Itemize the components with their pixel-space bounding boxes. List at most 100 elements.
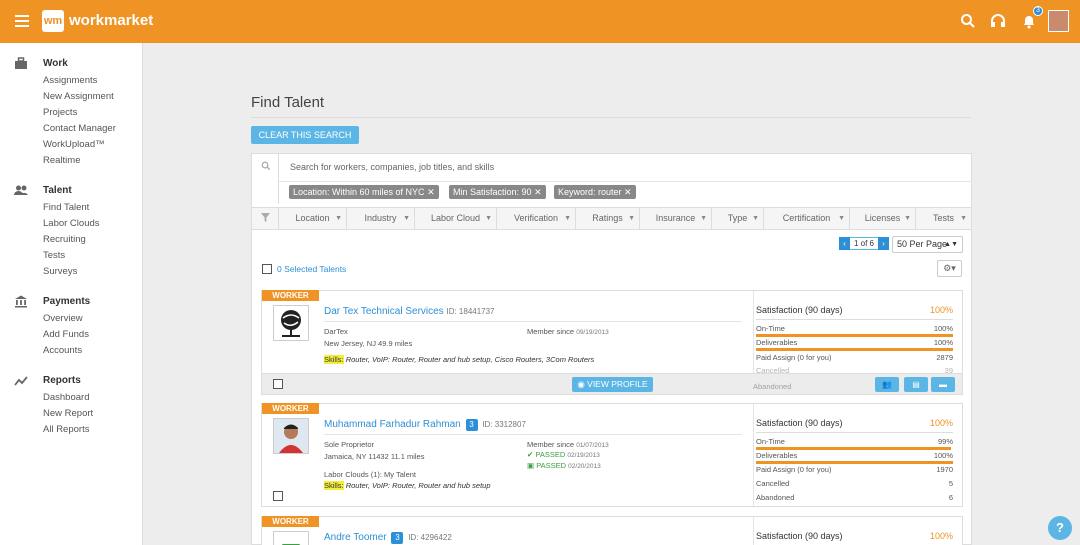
search-icon[interactable] xyxy=(960,13,976,29)
menu-icon[interactable] xyxy=(15,15,29,27)
skills-text: Router, VoIP: Router, Router and hub set… xyxy=(345,355,595,364)
filter-label: Verification xyxy=(513,213,559,223)
logo-text[interactable]: workmarket xyxy=(69,12,153,29)
sidebar-item-tests[interactable]: Tests xyxy=(0,248,143,264)
chevron-down-icon: ▼ xyxy=(335,215,342,222)
close-icon[interactable]: ✕ xyxy=(534,187,542,197)
sidebar-item-workupload[interactable]: WorkUpload™ xyxy=(0,137,143,153)
talent-name[interactable]: Dar Tex Technical Services xyxy=(324,306,444,317)
headset-icon[interactable] xyxy=(990,13,1006,29)
chevron-down-icon: ▼ xyxy=(403,215,410,222)
nav-head-reports[interactable]: Reports xyxy=(0,372,143,390)
talent-checkbox[interactable] xyxy=(273,491,283,501)
stat-deliverables: Deliverables 100% xyxy=(756,451,953,464)
add-note-button[interactable]: ▤ xyxy=(904,377,928,392)
worker-tag: WORKER xyxy=(262,290,319,301)
filter-tests[interactable]: Tests ▼ xyxy=(916,208,971,229)
message-button[interactable]: ▬ xyxy=(931,377,955,392)
filter-funnel[interactable] xyxy=(252,208,279,229)
select-all-checkbox[interactable] xyxy=(262,264,272,274)
sidebar-item-assignments[interactable]: Assignments xyxy=(0,73,143,89)
talent-name-link[interactable]: Andre Toomer 3 ID: 4296422 xyxy=(324,532,452,544)
stat-value: 100% xyxy=(933,338,953,347)
search-input[interactable]: Search for workers, companies, job title… xyxy=(290,162,494,172)
sidebar-item-contact-manager[interactable]: Contact Manager xyxy=(0,121,143,137)
location: Jamaica, NY 11432 11.1 miles xyxy=(324,452,425,461)
logo-mark[interactable]: wm xyxy=(42,10,64,32)
talent-name[interactable]: Andre Toomer xyxy=(324,532,387,543)
prev-page-button[interactable]: ‹ xyxy=(839,237,850,250)
close-icon[interactable]: ✕ xyxy=(624,187,632,197)
sidebar-item-new-report[interactable]: New Report xyxy=(0,406,143,422)
sidebar-item-all-reports[interactable]: All Reports xyxy=(0,422,143,438)
per-page-select[interactable]: 50 Per Page ▲▼ xyxy=(892,236,963,253)
satisfaction-panel: Satisfaction (90 days) 100% On-Time 99% D… xyxy=(753,404,963,506)
user-avatar[interactable] xyxy=(1048,10,1069,32)
filter-certification[interactable]: Certification ▼ xyxy=(764,208,850,229)
nav-head-label: Reports xyxy=(43,375,81,386)
bell-icon[interactable] xyxy=(1021,13,1037,29)
passed-label: PASSED xyxy=(535,450,566,459)
sidebar-item-surveys[interactable]: Surveys xyxy=(0,264,143,280)
sidebar-item-new-assignment[interactable]: New Assignment xyxy=(0,89,143,105)
filter-labor-cloud[interactable]: Labor Cloud ▼ xyxy=(415,208,497,229)
sidebar-item-projects[interactable]: Projects xyxy=(0,105,143,121)
nav-section-work: Work Assignments New Assignment Projects… xyxy=(0,55,143,169)
stat-value: 100% xyxy=(933,324,953,333)
filter-chip-satisfaction[interactable]: Min Satisfaction: 90 ✕ xyxy=(449,185,546,199)
divider xyxy=(756,432,953,433)
help-chat-button[interactable]: ? xyxy=(1048,516,1072,540)
sidebar-item-recruiting[interactable]: Recruiting xyxy=(0,232,143,248)
top-bar: wm workmarket 3 xyxy=(0,0,1080,43)
talent-photo[interactable] xyxy=(273,418,309,454)
filter-type[interactable]: Type ▼ xyxy=(712,208,764,229)
clear-search-button[interactable]: CLEAR THIS SEARCH xyxy=(251,126,359,144)
stat-label: On-Time xyxy=(756,437,785,446)
card-hover-bar: Abandoned ◉ VIEW PROFILE 👥 ▤ ▬ xyxy=(262,373,962,394)
filter-location[interactable]: Location ▼ xyxy=(279,208,347,229)
sidebar-item-dashboard[interactable]: Dashboard xyxy=(0,390,143,406)
sidebar-item-add-funds[interactable]: Add Funds xyxy=(0,327,143,343)
skills-label: Skills: xyxy=(324,355,344,364)
talent-name-link[interactable]: Dar Tex Technical Services ID: 18441737 xyxy=(324,306,495,317)
sidebar: Work Assignments New Assignment Projects… xyxy=(0,43,143,545)
filter-licenses[interactable]: Licenses ▼ xyxy=(850,208,916,229)
nav-head-talent[interactable]: Talent xyxy=(0,182,143,200)
test-passed: ✔ PASSED 02/19/2013 xyxy=(527,450,600,459)
pagination: ‹ 1 of 6 › xyxy=(839,237,889,250)
stat-cancelled: Cancelled 5 xyxy=(756,479,953,489)
sidebar-item-labor-clouds[interactable]: Labor Clouds xyxy=(0,216,143,232)
company-logo[interactable] xyxy=(273,305,309,341)
close-icon[interactable]: ✕ xyxy=(427,187,435,197)
filter-industry[interactable]: Industry ▼ xyxy=(347,208,415,229)
filter-chip-location[interactable]: Location: Within 60 miles of NYC ✕ xyxy=(289,185,439,199)
filter-verification[interactable]: Verification ▼ xyxy=(497,208,576,229)
satisfaction-label: Satisfaction (90 days) xyxy=(756,531,843,541)
talent-checkbox[interactable] xyxy=(273,379,283,389)
selected-talents-link[interactable]: 0 Selected Talents xyxy=(277,264,346,274)
sidebar-item-accounts[interactable]: Accounts xyxy=(0,343,143,359)
filter-insurance[interactable]: Insurance ▼ xyxy=(640,208,712,229)
nav-head-work[interactable]: Work xyxy=(0,55,143,73)
add-to-group-button[interactable]: 👥 xyxy=(875,377,899,392)
nav-head-payments[interactable]: Payments xyxy=(0,293,143,311)
filter-chip-keyword[interactable]: Keyword: router ✕ xyxy=(554,185,636,199)
sidebar-item-find-talent[interactable]: Find Talent xyxy=(0,200,143,216)
settings-button[interactable]: ⚙▾ xyxy=(937,260,962,277)
talent-name[interactable]: Muhammad Farhadur Rahman xyxy=(324,419,461,430)
passed-date: 02/20/2013 xyxy=(568,463,601,470)
person-photo xyxy=(282,544,300,545)
view-profile-button[interactable]: ◉ VIEW PROFILE xyxy=(572,377,653,392)
stat-paid-assign: Paid Assign (0 for you) 2879 xyxy=(756,353,953,363)
chip-label: Min Satisfaction: 90 xyxy=(453,187,532,197)
funnel-icon xyxy=(260,213,270,222)
stat-label: On-Time xyxy=(756,324,785,333)
satisfaction-panel: Satisfaction (90 days) 100% xyxy=(753,517,963,545)
next-page-button[interactable]: › xyxy=(878,237,889,250)
location: New Jersey, NJ 49.9 miles xyxy=(324,339,413,348)
sidebar-item-overview[interactable]: Overview xyxy=(0,311,143,327)
talent-name-link[interactable]: Muhammad Farhadur Rahman 3 ID: 3312807 xyxy=(324,419,526,431)
talent-photo[interactable] xyxy=(273,531,309,545)
filter-ratings[interactable]: Ratings ▼ xyxy=(576,208,640,229)
sidebar-item-realtime[interactable]: Realtime xyxy=(0,153,143,169)
